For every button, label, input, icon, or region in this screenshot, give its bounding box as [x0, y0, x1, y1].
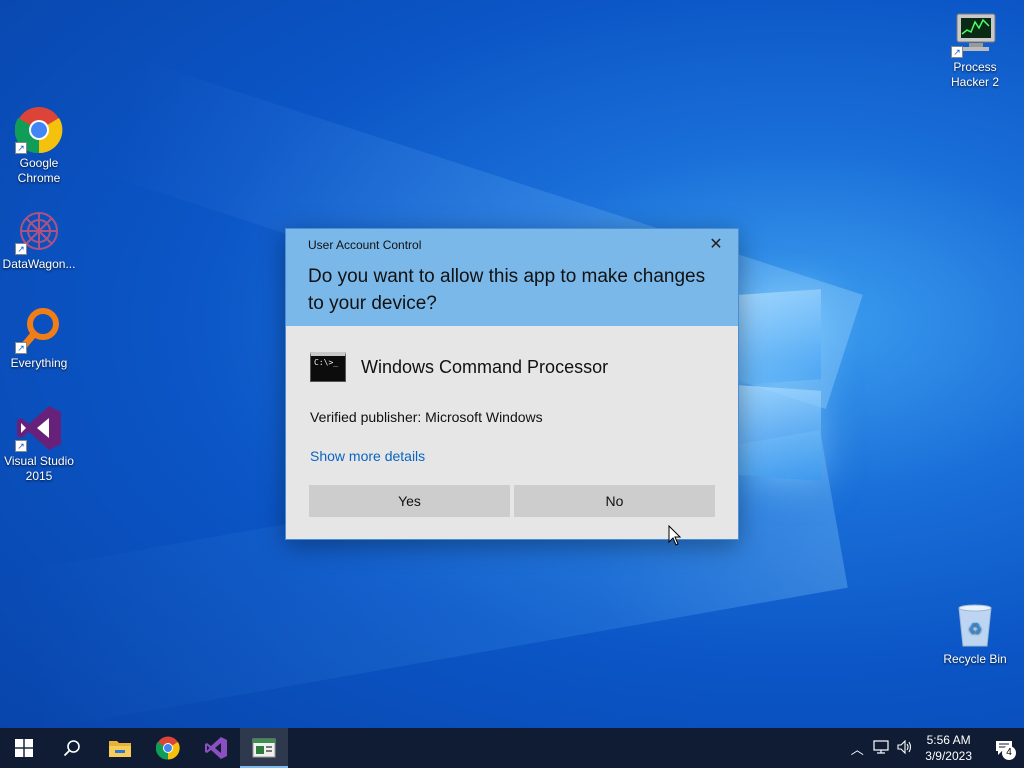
taskbar-uac-window[interactable]: [240, 728, 288, 768]
clock-date: 3/9/2023: [925, 749, 972, 763]
desktop-icon-everything[interactable]: ↗ Everything: [0, 306, 78, 371]
visual-studio-icon: ↗: [15, 404, 63, 452]
windows-logo-pane: [739, 385, 821, 481]
desktop-icon-label: Process Hacker 2: [950, 60, 1000, 89]
desktop-icon-google-chrome[interactable]: ↗ Google Chrome: [0, 106, 78, 186]
action-center-button[interactable]: 4: [984, 728, 1024, 768]
desktop-icon-label: Google Chrome: [17, 156, 61, 185]
clock-time: 5:56 AM: [926, 733, 971, 747]
uac-dialog: User Account Control ✕ Do you want to al…: [285, 228, 739, 540]
datawagon-icon: ↗: [15, 207, 63, 255]
search-button[interactable]: [48, 728, 96, 768]
desktop-icon-label: Visual Studio 2015: [4, 454, 74, 483]
recycle-bin-icon: ♻: [951, 602, 999, 650]
desktop-icon-label: DataWagon...: [2, 257, 76, 271]
yes-button[interactable]: Yes: [309, 485, 510, 517]
uac-title: User Account Control: [308, 238, 422, 252]
shortcut-arrow-icon: ↗: [15, 243, 27, 255]
search-icon: [63, 740, 80, 757]
svg-text:♻: ♻: [968, 619, 982, 638]
folder-icon: [109, 741, 131, 757]
shortcut-arrow-icon: ↗: [15, 342, 27, 354]
consent-window-icon: [252, 738, 276, 758]
notification-count-badge: 4: [1002, 746, 1016, 760]
chrome-icon: ↗: [14, 106, 63, 154]
start-button[interactable]: [0, 728, 48, 768]
shortcut-arrow-icon: ↗: [15, 142, 27, 154]
everything-search-icon: ↗: [15, 306, 63, 354]
volume-icon[interactable]: [893, 739, 917, 757]
app-name: Windows Command Processor: [361, 356, 609, 377]
desktop-icon-recycle-bin[interactable]: ♻ Recycle Bin: [936, 602, 1014, 667]
process-hacker-icon: ↗: [951, 10, 999, 58]
network-icon[interactable]: [869, 739, 893, 757]
chevron-up-icon[interactable]: ︿: [845, 739, 869, 758]
taskbar-file-explorer[interactable]: [96, 728, 144, 768]
desktop-icon-label: Everything: [10, 356, 68, 370]
taskbar-visual-studio[interactable]: [192, 728, 240, 768]
taskbar-google-chrome[interactable]: [144, 728, 192, 768]
windows-start-icon: [15, 739, 33, 757]
windows-logo-pane: [739, 289, 821, 385]
uac-question: Do you want to allow this app to make ch…: [308, 266, 706, 314]
uac-header: User Account Control ✕ Do you want to al…: [286, 229, 738, 326]
desktop-icon-process-hacker[interactable]: ↗ Process Hacker 2: [936, 10, 1014, 90]
desktop-icon-label: Recycle Bin: [943, 652, 1007, 666]
desktop-icon-datawagon[interactable]: ↗ DataWagon...: [0, 207, 78, 272]
close-icon[interactable]: ✕: [706, 236, 726, 256]
visual-studio-icon: [205, 737, 227, 759]
system-clock[interactable]: 5:56 AM 3/9/2023: [925, 732, 972, 764]
verified-publisher: Verified publisher: Microsoft Windows: [310, 409, 543, 425]
no-button[interactable]: No: [514, 485, 715, 517]
mouse-cursor-icon: [668, 525, 682, 546]
chrome-icon: [156, 736, 180, 760]
system-tray: ︿ 5:56 AM 3/9/2023 4: [845, 728, 1024, 768]
shortcut-arrow-icon: ↗: [951, 46, 963, 58]
desktop-icon-visual-studio[interactable]: ↗ Visual Studio 2015: [0, 404, 78, 484]
shortcut-arrow-icon: ↗: [15, 440, 27, 452]
uac-app-info: C:\>_ Windows Command Processor: [310, 350, 608, 384]
show-more-details-link[interactable]: Show more details: [310, 448, 425, 464]
taskbar: ︿ 5:56 AM 3/9/2023 4: [0, 728, 1024, 768]
command-prompt-icon: C:\>_: [310, 352, 346, 382]
